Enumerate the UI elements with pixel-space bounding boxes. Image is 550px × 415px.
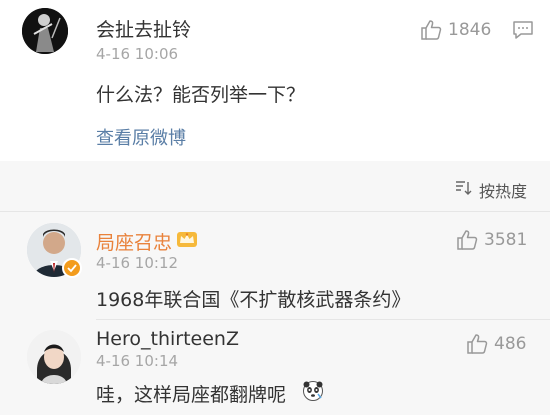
comment-time: 4-16 10:12 (96, 254, 179, 272)
thumbs-up-icon (420, 19, 442, 40)
comment-like-button[interactable]: 486 (466, 333, 526, 354)
post-time: 4-16 10:06 (96, 45, 179, 63)
post-card: 会扯去扯铃 4-16 10:06 什么法？能否列举一下？ 1846 查看原微博 (0, 0, 550, 161)
comment-like-count: 486 (494, 333, 527, 354)
comment-icon[interactable] (512, 20, 534, 44)
avatar[interactable] (27, 330, 81, 384)
comment-username[interactable]: 局座召忠 (96, 228, 172, 255)
view-original-link[interactable]: 查看原微博 (96, 124, 186, 150)
comment-text: 哇，这样局座都翻牌呢 (96, 384, 287, 406)
avatar[interactable] (22, 8, 68, 54)
post-username[interactable]: 会扯去扯铃 (96, 15, 191, 42)
sort-label: 按热度 (479, 182, 528, 201)
comment-text: 1968年联合国《不扩散核武器条约》 (96, 289, 411, 311)
crown-icon (176, 230, 197, 248)
divider (96, 319, 550, 320)
verified-badge-icon (62, 258, 82, 278)
divider (0, 211, 550, 212)
comment-username[interactable]: Hero_thirteenZ (96, 328, 239, 350)
comment-like-count: 3581 (484, 229, 528, 250)
post-text: 什么法？能否列举一下？ (96, 84, 306, 106)
thumbs-up-icon (456, 229, 478, 250)
post-like-button[interactable]: 1846 (420, 19, 491, 40)
sort-icon (455, 180, 473, 200)
post-like-count: 1846 (448, 19, 492, 40)
sort-toggle[interactable]: 按热度 (455, 178, 527, 202)
comment-like-button[interactable]: 3581 (456, 229, 527, 250)
comment-time: 4-16 10:14 (96, 352, 179, 370)
thumbs-up-icon (466, 333, 488, 354)
panda-emoji-icon (302, 380, 324, 402)
